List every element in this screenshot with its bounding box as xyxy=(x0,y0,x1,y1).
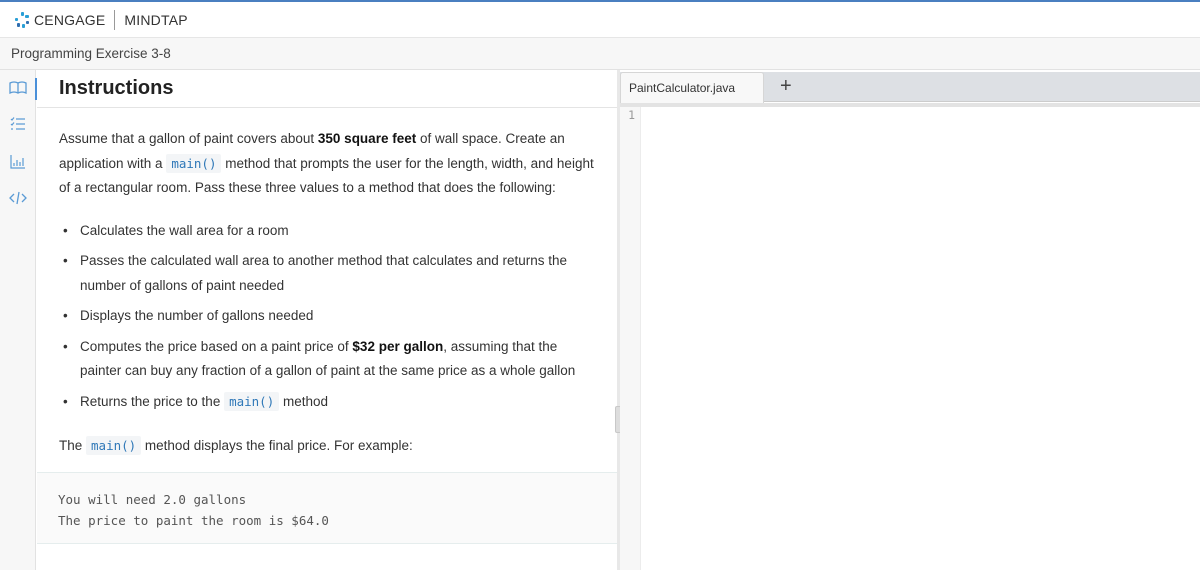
list-item-text: Calculates the wall area for a room xyxy=(80,222,289,238)
checklist-icon xyxy=(10,117,25,130)
list-item-text: Returns the price to the xyxy=(80,393,225,409)
activity-title: Programming Exercise 3-8 xyxy=(11,46,171,61)
side-rail xyxy=(0,70,37,570)
file-tab-paintcalculator[interactable]: PaintCalculator.java xyxy=(620,72,764,103)
intro-text: Assume that a gallon of paint covers abo… xyxy=(59,131,318,146)
rail-item-instructions[interactable] xyxy=(0,70,36,106)
list-item: Passes the calculated wall area to anoth… xyxy=(59,249,595,298)
requirements-list: Calculates the wall area for a room Pass… xyxy=(59,219,595,415)
intro-paragraph: Assume that a gallon of paint covers abo… xyxy=(59,127,595,201)
closing-text: The xyxy=(59,438,87,453)
example-output-line: You will need 2.0 gallons xyxy=(58,492,247,507)
code-editor-panel: PaintCalculator.java + 1 xyxy=(620,70,1200,570)
inline-code: main() xyxy=(166,153,222,173)
rail-item-results[interactable] xyxy=(0,144,36,180)
closing-paragraph: The main() method displays the final pri… xyxy=(59,434,595,459)
list-item: Computes the price based on a paint pric… xyxy=(59,335,595,384)
line-number: 1 xyxy=(628,108,635,122)
list-item-text: method xyxy=(279,393,329,409)
bar-chart-icon xyxy=(10,155,25,169)
list-item-text: Displays the number of gallons needed xyxy=(80,308,314,323)
activity-title-bar: Programming Exercise 3-8 xyxy=(0,38,1200,70)
brand-divider xyxy=(114,9,116,30)
example-output-block: You will need 2.0 gallons The price to p… xyxy=(37,472,617,544)
list-item-text: Passes the calculated wall area to anoth… xyxy=(80,253,568,293)
inline-code: main() xyxy=(224,391,280,411)
instructions-panel: Instructions Assume that a gallon of pai… xyxy=(37,70,617,570)
add-file-button[interactable]: + xyxy=(780,76,792,96)
list-item: Displays the number of gallons needed xyxy=(59,304,595,329)
list-item: Calculates the wall area for a room xyxy=(59,219,595,244)
code-input-area[interactable] xyxy=(642,107,1200,570)
instructions-content: Assume that a gallon of paint covers abo… xyxy=(37,108,617,459)
example-output-line: The price to paint the room is $64.0 xyxy=(58,513,329,528)
instructions-heading: Instructions xyxy=(37,70,617,108)
line-number-gutter: 1 xyxy=(620,107,641,570)
price-highlight: $32 per gallon xyxy=(352,338,444,354)
brand-name[interactable]: CENGAGE xyxy=(34,12,105,28)
book-icon xyxy=(9,81,27,95)
code-icon xyxy=(9,191,27,205)
top-bar: CENGAGE MINDTAP xyxy=(0,0,1200,38)
inline-code: main() xyxy=(86,436,142,455)
product-name[interactable]: MINDTAP xyxy=(124,12,187,28)
rail-item-tasks[interactable] xyxy=(0,106,36,142)
cengage-logo-icon xyxy=(12,11,32,29)
coverage-highlight: 350 square feet xyxy=(317,131,417,146)
rail-item-code[interactable] xyxy=(0,180,36,216)
list-item: Returns the price to the main() method xyxy=(59,390,595,415)
closing-text: method displays the final price. For exa… xyxy=(141,438,413,453)
list-item-text: Computes the price based on a paint pric… xyxy=(80,338,353,354)
